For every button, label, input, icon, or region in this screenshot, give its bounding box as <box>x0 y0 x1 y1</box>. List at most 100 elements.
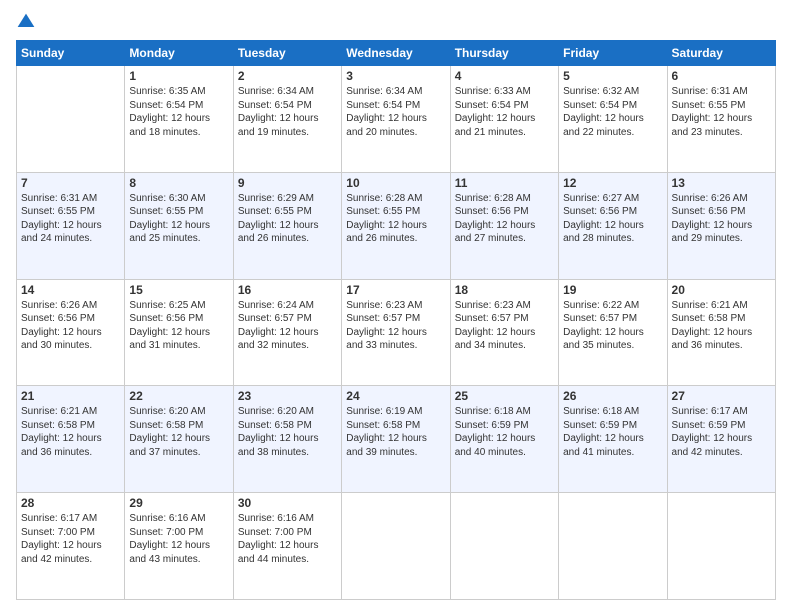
day-number: 9 <box>238 176 337 190</box>
day-info: Sunrise: 6:32 AMSunset: 6:54 PMDaylight:… <box>563 85 662 139</box>
day-number: 8 <box>129 176 228 190</box>
day-number: 24 <box>346 389 445 403</box>
day-cell: 6 Sunrise: 6:31 AMSunset: 6:55 PMDaylight… <box>667 66 775 173</box>
day-info: Sunrise: 6:27 AMSunset: 6:56 PMDaylight:… <box>563 192 662 246</box>
day-cell: 27 Sunrise: 6:17 AMSunset: 6:59 PMDayligh… <box>667 386 775 493</box>
day-cell: 2 Sunrise: 6:34 AMSunset: 6:54 PMDaylight… <box>233 66 341 173</box>
day-info: Sunrise: 6:16 AMSunset: 7:00 PMDaylight:… <box>238 512 337 566</box>
day-number: 11 <box>455 176 554 190</box>
day-number: 14 <box>21 283 120 297</box>
calendar-table: SundayMondayTuesdayWednesdayThursdayFrid… <box>16 40 776 600</box>
day-number: 30 <box>238 496 337 510</box>
day-info: Sunrise: 6:21 AMSunset: 6:58 PMDaylight:… <box>21 405 120 459</box>
day-cell: 8 Sunrise: 6:30 AMSunset: 6:55 PMDaylight… <box>125 172 233 279</box>
day-number: 25 <box>455 389 554 403</box>
day-info: Sunrise: 6:28 AMSunset: 6:55 PMDaylight:… <box>346 192 445 246</box>
day-cell: 18 Sunrise: 6:23 AMSunset: 6:57 PMDayligh… <box>450 279 558 386</box>
day-cell: 20 Sunrise: 6:21 AMSunset: 6:58 PMDayligh… <box>667 279 775 386</box>
day-cell: 28 Sunrise: 6:17 AMSunset: 7:00 PMDayligh… <box>17 493 125 600</box>
day-number: 27 <box>672 389 771 403</box>
week-row-2: 7 Sunrise: 6:31 AMSunset: 6:55 PMDaylight… <box>17 172 776 279</box>
day-cell: 12 Sunrise: 6:27 AMSunset: 6:56 PMDayligh… <box>559 172 667 279</box>
day-cell <box>559 493 667 600</box>
week-row-3: 14Sunrise: 6:26 AMSunset: 6:56 PMDayligh… <box>17 279 776 386</box>
day-info: Sunrise: 6:21 AMSunset: 6:58 PMDaylight:… <box>672 299 771 353</box>
day-number: 4 <box>455 69 554 83</box>
day-cell: 4Sunrise: 6:33 AMSunset: 6:54 PMDaylight… <box>450 66 558 173</box>
day-number: 6 <box>672 69 771 83</box>
day-cell <box>342 493 450 600</box>
day-cell: 5 Sunrise: 6:32 AMSunset: 6:54 PMDaylight… <box>559 66 667 173</box>
day-info: Sunrise: 6:20 AMSunset: 6:58 PMDaylight:… <box>129 405 228 459</box>
day-number: 20 <box>672 283 771 297</box>
day-info: Sunrise: 6:17 AMSunset: 6:59 PMDaylight:… <box>672 405 771 459</box>
day-number: 16 <box>238 283 337 297</box>
day-number: 3 <box>346 69 445 83</box>
day-cell <box>667 493 775 600</box>
day-cell <box>17 66 125 173</box>
day-info: Sunrise: 6:26 AMSunset: 6:56 PMDaylight:… <box>672 192 771 246</box>
day-info: Sunrise: 6:16 AMSunset: 7:00 PMDaylight:… <box>129 512 228 566</box>
day-cell: 23Sunrise: 6:20 AMSunset: 6:58 PMDayligh… <box>233 386 341 493</box>
day-cell: 30 Sunrise: 6:16 AMSunset: 7:00 PMDayligh… <box>233 493 341 600</box>
day-info: Sunrise: 6:24 AMSunset: 6:57 PMDaylight:… <box>238 299 337 353</box>
day-info: Sunrise: 6:30 AMSunset: 6:55 PMDaylight:… <box>129 192 228 246</box>
day-number: 10 <box>346 176 445 190</box>
day-number: 26 <box>563 389 662 403</box>
day-info: Sunrise: 6:17 AMSunset: 7:00 PMDaylight:… <box>21 512 120 566</box>
day-cell: 19 Sunrise: 6:22 AMSunset: 6:57 PMDayligh… <box>559 279 667 386</box>
day-info: Sunrise: 6:31 AMSunset: 6:55 PMDaylight:… <box>21 192 120 246</box>
day-number: 5 <box>563 69 662 83</box>
week-row-5: 28 Sunrise: 6:17 AMSunset: 7:00 PMDayligh… <box>17 493 776 600</box>
day-cell: 22 Sunrise: 6:20 AMSunset: 6:58 PMDayligh… <box>125 386 233 493</box>
week-row-4: 21 Sunrise: 6:21 AMSunset: 6:58 PMDayligh… <box>17 386 776 493</box>
day-cell: 3 Sunrise: 6:34 AMSunset: 6:54 PMDaylight… <box>342 66 450 173</box>
day-info: Sunrise: 6:28 AMSunset: 6:56 PMDaylight:… <box>455 192 554 246</box>
day-number: 15 <box>129 283 228 297</box>
day-number: 19 <box>563 283 662 297</box>
day-info: Sunrise: 6:23 AMSunset: 6:57 PMDaylight:… <box>455 299 554 353</box>
day-cell: 7 Sunrise: 6:31 AMSunset: 6:55 PMDaylight… <box>17 172 125 279</box>
day-info: Sunrise: 6:18 AMSunset: 6:59 PMDaylight:… <box>455 405 554 459</box>
logo <box>16 12 40 32</box>
day-number: 22 <box>129 389 228 403</box>
day-cell: 21 Sunrise: 6:21 AMSunset: 6:58 PMDayligh… <box>17 386 125 493</box>
col-header-friday: Friday <box>559 41 667 66</box>
day-number: 2 <box>238 69 337 83</box>
page: SundayMondayTuesdayWednesdayThursdayFrid… <box>0 0 792 612</box>
column-headers: SundayMondayTuesdayWednesdayThursdayFrid… <box>17 41 776 66</box>
day-number: 18 <box>455 283 554 297</box>
day-info: Sunrise: 6:25 AMSunset: 6:56 PMDaylight:… <box>129 299 228 353</box>
day-cell: 1 Sunrise: 6:35 AMSunset: 6:54 PMDaylight… <box>125 66 233 173</box>
day-cell: 11 Sunrise: 6:28 AMSunset: 6:56 PMDayligh… <box>450 172 558 279</box>
day-number: 28 <box>21 496 120 510</box>
day-cell: 24 Sunrise: 6:19 AMSunset: 6:58 PMDayligh… <box>342 386 450 493</box>
day-number: 21 <box>21 389 120 403</box>
day-info: Sunrise: 6:20 AMSunset: 6:58 PMDaylight:… <box>238 405 337 459</box>
day-cell: 25 Sunrise: 6:18 AMSunset: 6:59 PMDayligh… <box>450 386 558 493</box>
day-cell <box>450 493 558 600</box>
day-cell: 16 Sunrise: 6:24 AMSunset: 6:57 PMDayligh… <box>233 279 341 386</box>
col-header-saturday: Saturday <box>667 41 775 66</box>
day-info: Sunrise: 6:35 AMSunset: 6:54 PMDaylight:… <box>129 85 228 139</box>
col-header-thursday: Thursday <box>450 41 558 66</box>
day-info: Sunrise: 6:29 AMSunset: 6:55 PMDaylight:… <box>238 192 337 246</box>
day-info: Sunrise: 6:34 AMSunset: 6:54 PMDaylight:… <box>238 85 337 139</box>
day-info: Sunrise: 6:18 AMSunset: 6:59 PMDaylight:… <box>563 405 662 459</box>
col-header-tuesday: Tuesday <box>233 41 341 66</box>
day-cell: 26 Sunrise: 6:18 AMSunset: 6:59 PMDayligh… <box>559 386 667 493</box>
day-info: Sunrise: 6:19 AMSunset: 6:58 PMDaylight:… <box>346 405 445 459</box>
day-cell: 14Sunrise: 6:26 AMSunset: 6:56 PMDayligh… <box>17 279 125 386</box>
day-info: Sunrise: 6:23 AMSunset: 6:57 PMDaylight:… <box>346 299 445 353</box>
day-info: Sunrise: 6:22 AMSunset: 6:57 PMDaylight:… <box>563 299 662 353</box>
day-number: 29 <box>129 496 228 510</box>
day-info: Sunrise: 6:34 AMSunset: 6:54 PMDaylight:… <box>346 85 445 139</box>
day-cell: 15 Sunrise: 6:25 AMSunset: 6:56 PMDayligh… <box>125 279 233 386</box>
day-number: 12 <box>563 176 662 190</box>
day-cell: 10 Sunrise: 6:28 AMSunset: 6:55 PMDayligh… <box>342 172 450 279</box>
day-number: 7 <box>21 176 120 190</box>
day-info: Sunrise: 6:31 AMSunset: 6:55 PMDaylight:… <box>672 85 771 139</box>
day-cell: 17Sunrise: 6:23 AMSunset: 6:57 PMDayligh… <box>342 279 450 386</box>
day-number: 1 <box>129 69 228 83</box>
week-row-1: 1 Sunrise: 6:35 AMSunset: 6:54 PMDaylight… <box>17 66 776 173</box>
